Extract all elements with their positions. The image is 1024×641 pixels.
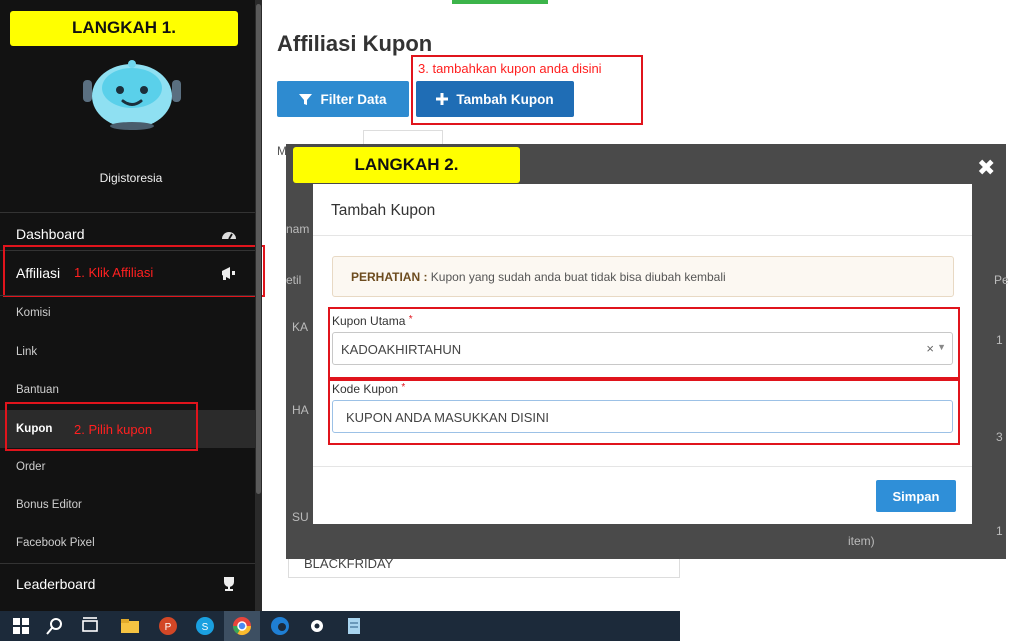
sidebar-item-facebook-pixel[interactable]: Facebook Pixel: [16, 537, 95, 549]
powerpoint-icon[interactable]: P: [157, 615, 179, 637]
bg-fragment: etil: [286, 273, 302, 287]
sidebar-item-leaderboard[interactable]: Leaderboard: [16, 576, 95, 592]
top-accent-bar: [452, 0, 548, 4]
svg-text:P: P: [165, 622, 172, 633]
modal-title: Tambah Kupon: [331, 202, 436, 219]
divider: [0, 563, 255, 564]
sidebar-item-bonus-editor[interactable]: Bonus Editor: [16, 499, 82, 511]
sidebar-item-link[interactable]: Link: [16, 346, 37, 358]
annotation-box-kupon: [5, 402, 198, 451]
robot-logo-icon: [83, 60, 181, 130]
bg-fragment: item): [848, 534, 875, 548]
settings-gear-icon[interactable]: [306, 615, 328, 637]
bg-fragment: Pe: [994, 273, 1009, 287]
divider: [0, 212, 255, 213]
speedometer-icon: [222, 232, 236, 240]
simpan-button[interactable]: Simpan: [876, 480, 956, 512]
warning-alert: PERHATIAN : Kupon yang sudah anda buat t…: [332, 256, 954, 297]
scrollbar-thumb[interactable]: [256, 4, 261, 494]
search-icon[interactable]: [44, 615, 66, 637]
filter-data-button[interactable]: Filter Data: [277, 81, 409, 117]
background-input-edge: [363, 130, 443, 144]
filter-icon: [299, 93, 313, 105]
task-view-icon[interactable]: [79, 615, 101, 637]
bg-fragment: SU: [292, 510, 309, 524]
sidebar-item-bantuan[interactable]: Bantuan: [16, 384, 59, 396]
alert-label: PERHATIAN :: [351, 270, 428, 284]
divider: [313, 235, 972, 236]
annotation-box-affiliasi: [3, 245, 265, 297]
screenshot-root: LANGKAH 1. Digistoresia Dashboard Affili…: [0, 0, 1024, 641]
annotation-box-kupon-utama: [328, 307, 960, 379]
divider: [313, 466, 972, 467]
bg-fragment: 1: [996, 333, 1003, 347]
sidebar: LANGKAH 1. Digistoresia Dashboard Affili…: [0, 0, 265, 611]
divider: [0, 295, 255, 296]
notepad-icon[interactable]: [343, 615, 365, 637]
annotation-tambahkan: 3. tambahkan kupon anda disini: [418, 61, 602, 76]
windows-start-icon[interactable]: [10, 615, 32, 637]
alert-text: Kupon yang sudah anda buat tidak bisa di…: [427, 270, 726, 284]
step1-badge: LANGKAH 1.: [10, 11, 238, 46]
filter-data-label: Filter Data: [320, 91, 387, 107]
edge-icon[interactable]: [269, 615, 291, 637]
sidebar-item-komisi[interactable]: Komisi: [16, 307, 51, 319]
windows-taskbar: P S: [0, 611, 680, 641]
file-explorer-icon[interactable]: [119, 615, 141, 637]
annotation-box-kode-kupon: [328, 379, 960, 445]
close-icon[interactable]: ✖: [977, 155, 995, 181]
bg-fragment: HA: [292, 403, 309, 417]
sidebar-item-dashboard[interactable]: Dashboard: [16, 226, 85, 242]
sidebar-scrollbar[interactable]: [255, 0, 262, 611]
skype-icon[interactable]: S: [194, 615, 216, 637]
bg-fragment: 1: [996, 524, 1003, 538]
bg-fragment: KA: [292, 320, 309, 334]
svg-text:S: S: [202, 622, 209, 633]
bg-fragment: 3: [996, 430, 1003, 444]
step2-badge: LANGKAH 2.: [293, 147, 520, 183]
page-title: Affiliasi Kupon: [277, 31, 433, 56]
sidebar-item-order[interactable]: Order: [16, 461, 45, 473]
chrome-icon[interactable]: [231, 615, 253, 637]
trophy-icon: [224, 577, 234, 591]
brand-name: Digistoresia: [99, 171, 163, 185]
bg-fragment: nam: [286, 222, 310, 236]
